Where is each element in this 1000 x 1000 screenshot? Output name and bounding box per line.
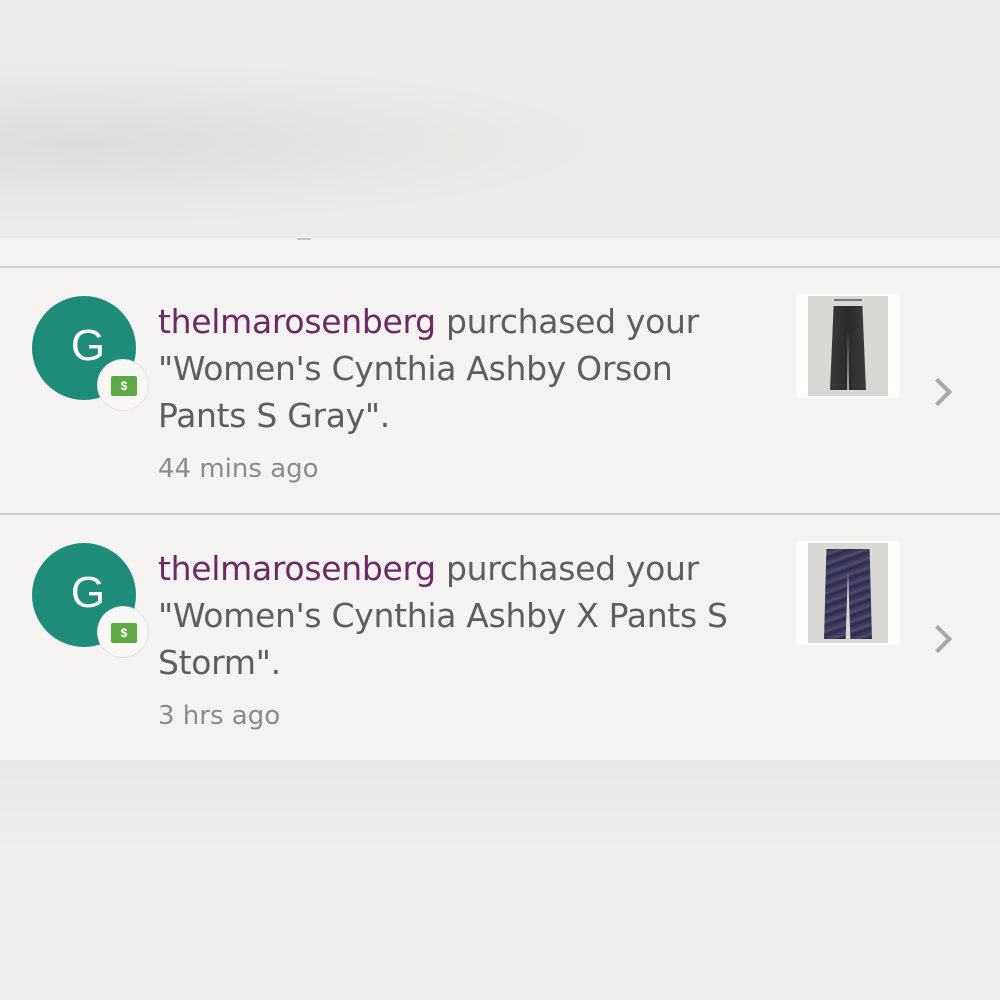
notification-item[interactable]: G $ thelmarosenberg purchased your "Wome… — [0, 268, 1000, 514]
username-link[interactable]: thelmarosenberg — [158, 302, 436, 341]
action-text: purchased your — [435, 549, 699, 588]
item-thumbnail[interactable] — [796, 541, 900, 645]
blurred-bottom-area — [0, 760, 1000, 1000]
storm-pants-image — [808, 543, 888, 643]
sale-badge-icon: $ — [98, 607, 148, 657]
hanger-icon — [834, 299, 862, 307]
dollar-bill-icon: $ — [111, 623, 137, 643]
notification-message: thelmarosenberg purchased your "Women's … — [158, 298, 758, 439]
chevron-right-icon[interactable] — [923, 377, 953, 407]
chevron-right-icon[interactable] — [923, 624, 953, 654]
pants-shape — [824, 549, 872, 639]
notification-message: thelmarosenberg purchased your "Women's … — [158, 545, 758, 686]
timestamp: 3 hrs ago — [158, 701, 281, 731]
timestamp: 44 mins ago — [158, 454, 319, 484]
screenshot-page: G $ thelmarosenberg purchased your "Wome… — [0, 0, 1000, 1000]
avatar-letter: G — [70, 568, 106, 617]
item-title: "Women's Cynthia Ashby X Pants S Storm". — [158, 596, 728, 682]
action-text: purchased your — [435, 302, 699, 341]
dollar-bill-icon: $ — [111, 376, 137, 396]
item-thumbnail[interactable] — [796, 294, 900, 398]
scroll-mark — [297, 238, 311, 240]
avatar-letter: G — [70, 321, 106, 370]
pants-shape — [830, 306, 866, 390]
item-title: "Women's Cynthia Ashby Orson Pants S Gra… — [158, 349, 673, 435]
sale-badge-icon: $ — [98, 360, 148, 410]
gray-pants-image — [808, 296, 888, 396]
notification-item[interactable]: G $ thelmarosenberg purchased your "Wome… — [0, 515, 1000, 761]
username-link[interactable]: thelmarosenberg — [158, 549, 436, 588]
blurred-top-area — [0, 0, 1000, 238]
